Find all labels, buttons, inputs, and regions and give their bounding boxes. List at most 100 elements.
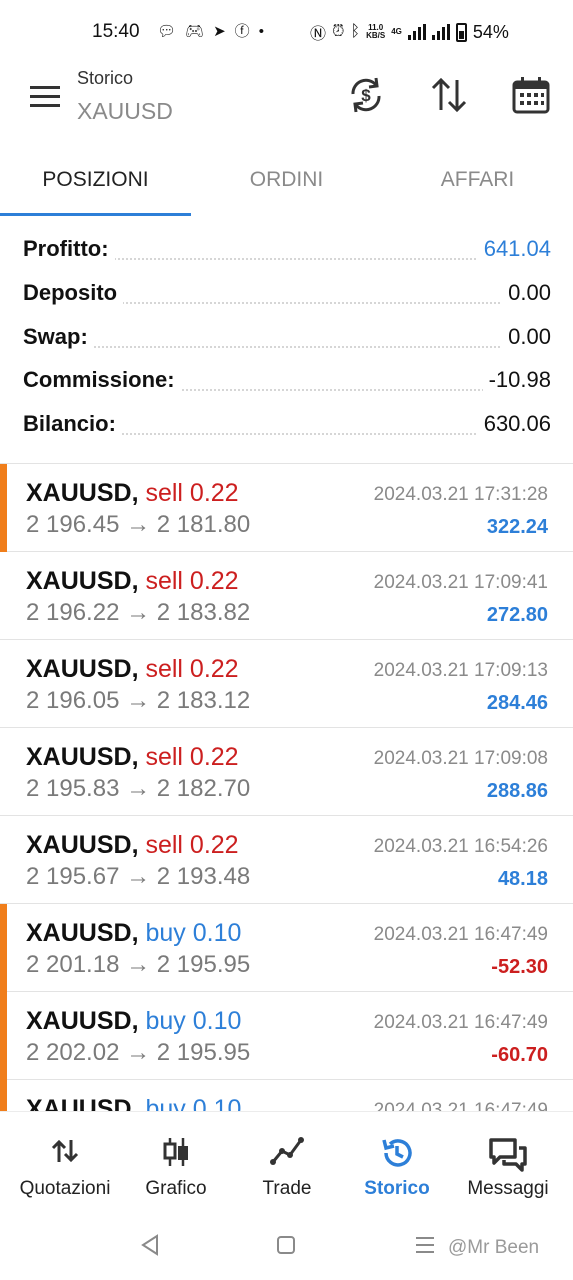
position-row[interactable]: XAUUSD, sell 0.22 2 195.83 → 2 182.70 20… bbox=[0, 728, 573, 816]
calendar-icon[interactable] bbox=[510, 74, 552, 116]
position-prices: 2 195.67 → 2 193.48 bbox=[26, 863, 251, 890]
nav-trade[interactable]: Trade bbox=[230, 1112, 344, 1208]
app-bar: Storico XAUUSD $ bbox=[0, 66, 573, 156]
position-symbol: XAUUSD, bbox=[26, 1007, 139, 1035]
position-prices: 2 201.18 → 2 195.95 bbox=[26, 951, 251, 978]
svg-text:$: $ bbox=[361, 86, 371, 105]
tab-ordini[interactable]: ORDINI bbox=[191, 156, 382, 216]
position-prices: 2 196.05 → 2 183.12 bbox=[26, 687, 251, 714]
position-time: 2024.03.21 16:47:49 bbox=[373, 924, 548, 945]
nav-label: Storico bbox=[364, 1178, 430, 1199]
nav-label: Trade bbox=[262, 1178, 312, 1199]
position-time: 2024.03.21 17:09:41 bbox=[373, 572, 548, 593]
system-navigation: @Mr Been bbox=[0, 1207, 573, 1280]
position-profit: 288.86 bbox=[486, 780, 548, 802]
back-icon[interactable] bbox=[139, 1234, 161, 1256]
chart-icon bbox=[163, 1138, 188, 1166]
menu-icon[interactable] bbox=[30, 86, 60, 108]
sort-icon[interactable] bbox=[428, 74, 470, 116]
position-side: sell 0.22 bbox=[145, 655, 239, 683]
position-prices: 2 202.02 → 2 195.95 bbox=[26, 1039, 251, 1066]
summary-label: Profitto: bbox=[23, 236, 115, 262]
system-status: Ⓝ ⏰︎ ᛒ 11.0 KB/S 4G 54% bbox=[310, 20, 509, 44]
position-marker bbox=[0, 464, 7, 552]
position-time: 2024.03.21 17:09:13 bbox=[373, 660, 548, 681]
signal-2-icon bbox=[431, 24, 450, 40]
summary-value: 0.00 bbox=[502, 280, 551, 306]
nav-messaggi[interactable]: Messaggi bbox=[451, 1112, 565, 1208]
facebook-icon: ⓕ bbox=[234, 23, 250, 40]
history-icon bbox=[382, 1139, 412, 1167]
position-side: buy 0.10 bbox=[145, 1095, 242, 1111]
position-time: 2024.03.21 16:54:26 bbox=[373, 836, 548, 857]
currency-refresh-icon[interactable]: $ bbox=[345, 74, 387, 116]
page-title[interactable]: XAUUSD bbox=[77, 98, 173, 125]
position-side: sell 0.22 bbox=[145, 479, 239, 507]
summary-value: 0.00 bbox=[502, 324, 551, 350]
network-speed: 11.0 KB/S bbox=[366, 23, 386, 40]
position-row[interactable]: XAUUSD, sell 0.22 2 196.45 → 2 181.80 20… bbox=[0, 464, 573, 552]
position-prices: 2 195.83 → 2 182.70 bbox=[26, 775, 251, 802]
game-controller-icon: 🎮︎ bbox=[185, 23, 205, 40]
position-prices: 2 196.45 → 2 181.80 bbox=[26, 511, 251, 538]
position-marker bbox=[0, 904, 7, 992]
summary-row-profit: Profitto: 641.04 bbox=[23, 230, 551, 274]
position-symbol: XAUUSD, bbox=[26, 1095, 139, 1111]
positions-list[interactable]: XAUUSD, sell 0.22 2 196.45 → 2 181.80 20… bbox=[0, 463, 573, 1111]
position-marker bbox=[0, 1080, 7, 1111]
nfc-icon: Ⓝ bbox=[310, 26, 327, 43]
position-row[interactable]: XAUUSD, buy 0.10 2 201.18 → 2 195.95 202… bbox=[0, 904, 573, 992]
summary-value: 641.04 bbox=[477, 236, 551, 262]
summary-value: -10.98 bbox=[482, 367, 551, 393]
active-tab-indicator bbox=[0, 213, 191, 216]
summary-row-swap: Swap: 0.00 bbox=[23, 318, 551, 362]
signal-1-icon bbox=[407, 24, 426, 40]
nav-quotazioni[interactable]: Quotazioni bbox=[8, 1112, 122, 1208]
position-row[interactable]: XAUUSD, sell 0.22 2 196.22 → 2 183.82 20… bbox=[0, 552, 573, 640]
status-time: 15:40 bbox=[92, 21, 140, 42]
nav-label: Messaggi bbox=[467, 1178, 549, 1199]
summary-label: Swap: bbox=[23, 324, 94, 350]
position-time: 2024.03.21 16:47:49 bbox=[373, 1100, 548, 1111]
nav-storico[interactable]: Storico bbox=[340, 1112, 454, 1208]
tab-affari[interactable]: AFFARI bbox=[382, 156, 573, 216]
summary-label: Bilancio: bbox=[23, 411, 122, 437]
battery-percent: 54% bbox=[472, 21, 509, 42]
position-profit: 322.24 bbox=[486, 516, 548, 538]
position-row[interactable]: XAUUSD, sell 0.22 2 195.67 → 2 193.48 20… bbox=[0, 816, 573, 904]
watermark: @Mr Been bbox=[448, 1237, 540, 1258]
page-subtitle: Storico bbox=[77, 68, 134, 88]
network-type: 4G bbox=[391, 27, 402, 36]
trade-icon bbox=[270, 1137, 304, 1165]
tab-posizioni[interactable]: POSIZIONI bbox=[0, 156, 191, 216]
position-symbol: XAUUSD, bbox=[26, 479, 139, 507]
nav-grafico[interactable]: Grafico bbox=[119, 1112, 233, 1208]
position-time: 2024.03.21 16:47:49 bbox=[373, 1012, 548, 1033]
dotted-leader bbox=[23, 346, 551, 348]
position-symbol: XAUUSD, bbox=[26, 567, 139, 595]
position-row[interactable]: XAUUSD, buy 0.10 2024.03.21 16:47:49 bbox=[0, 1080, 573, 1111]
notification-icons: 💬︎ 🎮︎ ➤ ⓕ • bbox=[157, 22, 264, 42]
position-profit: -60.70 bbox=[491, 1044, 548, 1066]
summary-label: Commissione: bbox=[23, 367, 181, 393]
summary-row-balance: Bilancio: 630.06 bbox=[23, 405, 551, 449]
alarm-icon: ⏰︎ bbox=[332, 23, 345, 40]
position-symbol: XAUUSD, bbox=[26, 655, 139, 683]
summary-row-deposit: Deposito 0.00 bbox=[23, 274, 551, 318]
bottom-navigation: Quotazioni Grafico Trade Storico Messagg… bbox=[0, 1111, 573, 1207]
dot-icon: • bbox=[258, 23, 264, 40]
tab-bar: POSIZIONI ORDINI AFFARI bbox=[0, 156, 573, 216]
position-profit: 284.46 bbox=[486, 692, 548, 714]
position-row[interactable]: XAUUSD, sell 0.22 2 196.05 → 2 183.12 20… bbox=[0, 640, 573, 728]
position-time: 2024.03.21 17:31:28 bbox=[373, 484, 548, 505]
position-symbol: XAUUSD, bbox=[26, 919, 139, 947]
position-side: buy 0.10 bbox=[145, 919, 242, 947]
nav-label: Quotazioni bbox=[19, 1178, 111, 1199]
position-marker bbox=[0, 992, 7, 1080]
position-prices: 2 196.22 → 2 183.82 bbox=[26, 599, 251, 626]
summary-value: 630.06 bbox=[477, 411, 551, 437]
recents-icon[interactable] bbox=[414, 1236, 436, 1254]
position-row[interactable]: XAUUSD, buy 0.10 2 202.02 → 2 195.95 202… bbox=[0, 992, 573, 1080]
position-side: sell 0.22 bbox=[145, 743, 239, 771]
home-icon[interactable] bbox=[276, 1235, 296, 1255]
